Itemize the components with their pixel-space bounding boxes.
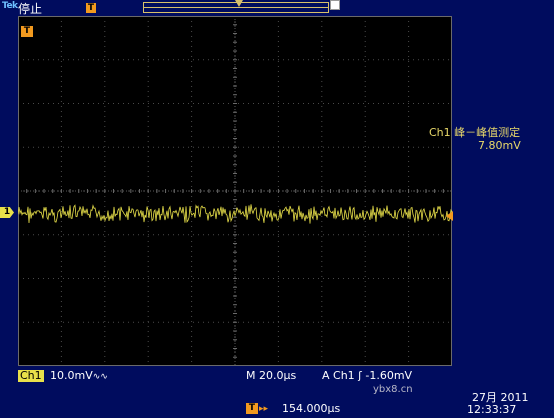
acquisition-state: 停止: [18, 2, 43, 16]
arrow-right-icon: ▸▸: [259, 404, 269, 414]
channel1-ground-marker[interactable]: 1: [0, 207, 14, 218]
channel1-scale: 10.0mV∿∿: [50, 370, 108, 383]
delay-marker-icon: T: [246, 403, 258, 414]
trigger-info: A Ch1 ʃ -1.60mV: [322, 369, 413, 382]
record-end-icon: [330, 0, 340, 10]
top-status-bar: Tek 停止 T: [0, 0, 554, 16]
time-display: 12:33:37: [467, 403, 517, 416]
horizontal-delay: 154.000µs: [282, 402, 341, 415]
measurement-label: Ch1 峰－峰值测定: [429, 126, 521, 139]
trigger-point-icon: T: [21, 26, 33, 37]
coupling-icon: ∿∿: [92, 372, 108, 382]
measurement-value: 7.80mV: [478, 139, 521, 152]
channel1-badge[interactable]: Ch1: [18, 370, 44, 382]
time-scale: M 20.0µs: [246, 369, 297, 382]
tek-logo: Tek: [2, 1, 18, 11]
trigger-level-icon[interactable]: [446, 211, 453, 221]
trigger-marker-icon: T: [86, 3, 96, 13]
graticule: [18, 16, 452, 366]
waveform-display[interactable]: [18, 16, 452, 366]
watermark: ybx8.cn: [373, 384, 413, 395]
record-position-icon: [235, 0, 243, 7]
channel1-volts-div: 10.0mV: [50, 369, 93, 382]
